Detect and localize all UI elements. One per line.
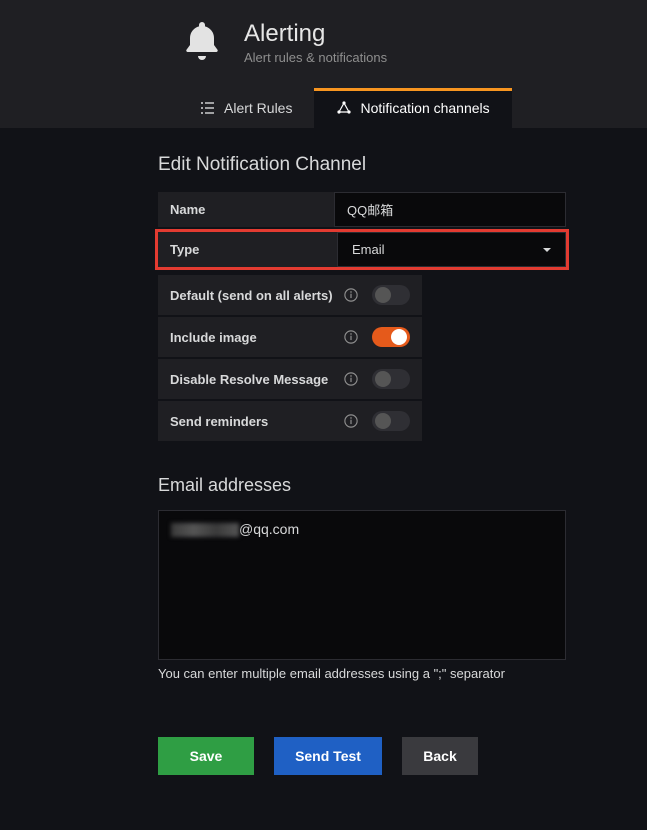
info-icon[interactable] bbox=[344, 414, 358, 428]
info-icon[interactable] bbox=[344, 330, 358, 344]
section-title: Edit Notification Channel bbox=[158, 154, 647, 176]
share-nodes-icon bbox=[336, 100, 352, 116]
tab-notification-channels-label: Notification channels bbox=[360, 100, 489, 116]
name-input[interactable] bbox=[335, 193, 565, 226]
email-helper-text: You can enter multiple email addresses u… bbox=[158, 666, 647, 681]
type-label: Type bbox=[158, 232, 337, 267]
type-row: Type Email bbox=[155, 229, 569, 270]
back-button[interactable]: Back bbox=[402, 737, 478, 775]
include-image-toggle[interactable] bbox=[372, 327, 410, 347]
name-label: Name bbox=[158, 192, 334, 227]
disable-resolve-label: Disable Resolve Message bbox=[170, 372, 344, 387]
default-row: Default (send on all alerts) bbox=[158, 275, 422, 315]
type-select[interactable]: Email bbox=[338, 233, 565, 266]
save-button[interactable]: Save bbox=[158, 737, 254, 775]
default-toggle[interactable] bbox=[372, 285, 410, 305]
name-row: Name bbox=[158, 192, 566, 227]
page-header: Alerting Alert rules & notifications bbox=[20, 18, 627, 66]
send-reminders-toggle[interactable] bbox=[372, 411, 410, 431]
info-icon[interactable] bbox=[344, 288, 358, 302]
disable-resolve-toggle[interactable] bbox=[372, 369, 410, 389]
send-reminders-label: Send reminders bbox=[170, 414, 344, 429]
disable-resolve-row: Disable Resolve Message bbox=[158, 359, 422, 399]
list-icon bbox=[200, 100, 216, 116]
info-icon[interactable] bbox=[344, 372, 358, 386]
redacted-text bbox=[171, 523, 239, 537]
chevron-down-icon bbox=[543, 248, 551, 252]
send-reminders-row: Send reminders bbox=[158, 401, 422, 441]
bell-icon bbox=[178, 18, 226, 66]
tab-alert-rules-label: Alert Rules bbox=[224, 100, 292, 116]
default-label: Default (send on all alerts) bbox=[170, 288, 344, 303]
email-suffix: @qq.com bbox=[239, 521, 299, 537]
include-image-row: Include image bbox=[158, 317, 422, 357]
email-addresses-heading: Email addresses bbox=[158, 475, 647, 496]
tab-notification-channels[interactable]: Notification channels bbox=[314, 88, 511, 128]
page-title: Alerting bbox=[244, 20, 387, 48]
type-value: Email bbox=[352, 242, 385, 257]
button-row: Save Send Test Back bbox=[158, 737, 647, 775]
email-addresses-input[interactable]: @qq.com bbox=[158, 510, 566, 660]
tab-alert-rules[interactable]: Alert Rules bbox=[178, 88, 314, 128]
tabs: Alert Rules Notification channels bbox=[20, 88, 627, 128]
send-test-button[interactable]: Send Test bbox=[274, 737, 382, 775]
include-image-label: Include image bbox=[170, 330, 344, 345]
page-subtitle: Alert rules & notifications bbox=[244, 50, 387, 65]
